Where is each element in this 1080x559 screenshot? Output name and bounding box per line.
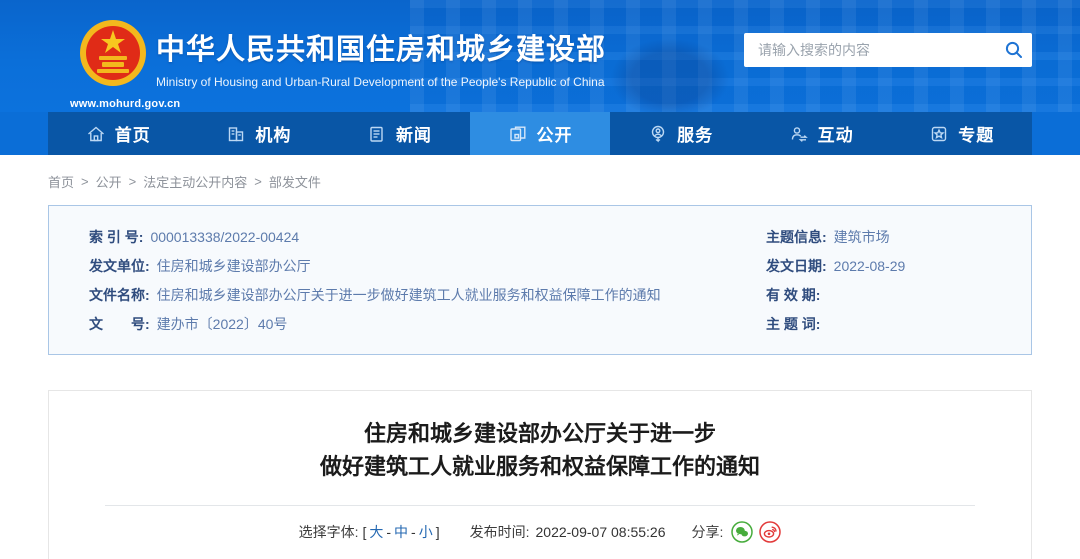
info-row-index-number: 索 引 号: 000013338/2022-00424 (89, 223, 709, 252)
info-row-document-title: 文件名称: 住房和城乡建设部办公厅关于进一步做好建筑工人就业服务和权益保障工作的通… (89, 281, 709, 310)
nav-tab-services[interactable]: 服务 (610, 112, 751, 155)
info-value: 住房和城乡建设部办公厅关于进一步做好建筑工人就业服务和权益保障工作的通知 (156, 287, 661, 303)
article-box: 住房和城乡建设部办公厅关于进一步 做好建筑工人就业服务和权益保障工作的通知 选择… (48, 390, 1032, 559)
info-label: 发文日期: (766, 258, 827, 274)
font-size-large[interactable]: 大 (369, 524, 383, 540)
nav-tab-label: 新闻 (395, 126, 432, 145)
breadcrumb-home[interactable]: 首页 (48, 172, 74, 191)
info-label: 文件名称: (89, 287, 150, 303)
share-label: 分享: (691, 524, 724, 540)
info-row-keywords: 主 题 词: (766, 310, 905, 339)
nav-tab-special-topics[interactable]: 专题 (891, 112, 1032, 155)
nav-tab-label: 互动 (817, 126, 854, 145)
info-row-document-number: 文 号: 建办市〔2022〕40号 (89, 310, 709, 339)
breadcrumb: 首页 > 公开 > 法定主动公开内容 > 部发文件 (48, 155, 1032, 205)
service-icon (651, 125, 665, 142)
info-label: 索 引 号: (89, 229, 144, 245)
info-row-issue-date: 发文日期: 2022-08-29 (766, 252, 905, 281)
info-value: 建办市〔2022〕40号 (156, 316, 288, 332)
nav-tab-label: 机构 (255, 126, 292, 145)
home-icon (87, 126, 104, 141)
organization-icon (229, 126, 244, 141)
font-separator: - (411, 524, 416, 540)
nav-tab-label: 公开 (536, 126, 573, 145)
article-title: 住房和城乡建设部办公厅关于进一步 做好建筑工人就业服务和权益保障工作的通知 (49, 417, 1031, 483)
site-subtitle: Ministry of Housing and Urban-Rural Deve… (156, 75, 605, 89)
search-input[interactable] (744, 33, 996, 67)
info-label: 文 号: (89, 316, 150, 332)
bracket: ] (435, 524, 440, 540)
info-value: 2022-08-29 (833, 258, 906, 274)
nav-tab-organization[interactable]: 机构 (189, 112, 330, 155)
info-label: 主题信息: (766, 229, 827, 245)
document-info-box: 索 引 号: 000013338/2022-00424 发文单位: 住房和城乡建设部… (48, 205, 1032, 355)
breadcrumb-disclosure[interactable]: 公开 (96, 172, 122, 191)
weibo-share-icon (759, 521, 782, 543)
nav-tab-interaction[interactable]: 互动 (751, 112, 892, 155)
publish-time-value: 2022-09-07 08:55:26 (535, 524, 666, 540)
breadcrumb-separator: > (128, 174, 137, 189)
info-label: 有 效 期: (766, 287, 821, 303)
site-url: www.mohurd.gov.cn (70, 98, 181, 110)
info-label: 主 题 词: (766, 316, 821, 332)
search-button[interactable] (996, 33, 1032, 67)
interaction-icon (791, 126, 808, 142)
breadcrumb-statutory-disclosure[interactable]: 法定主动公开内容 (143, 172, 247, 191)
breadcrumb-separator: > (81, 174, 89, 189)
national-emblem-logo (80, 20, 146, 86)
info-label: 发文单位: (89, 258, 150, 274)
article-title-line1: 住房和城乡建设部办公厅关于进一步 (363, 421, 716, 446)
breadcrumb-current-page: 部发文件 (268, 175, 321, 190)
bracket: [ (362, 524, 367, 540)
article-meta-bar: 选择字体: [大 - 中 - 小] 发布时间: 2022-09-07 08:55:26 … (49, 521, 1031, 543)
title-divider (105, 505, 975, 506)
search-icon (1005, 41, 1022, 58)
weibo-share-button[interactable] (759, 521, 782, 543)
info-value: 建筑市场 (833, 229, 890, 245)
nav-tab-label: 专题 (958, 126, 995, 145)
nav-tab-home[interactable]: 首页 (48, 112, 189, 155)
publish-time-label: 发布时间: (469, 524, 530, 540)
nav-tab-news[interactable]: 新闻 (329, 112, 470, 155)
article-title-line2: 做好建筑工人就业服务和权益保障工作的通知 (319, 454, 760, 479)
nav-tab-label: 首页 (114, 126, 151, 145)
wechat-share-button[interactable] (731, 521, 754, 543)
info-value: 000013338/2022-00424 (150, 229, 300, 245)
site-title: 中华人民共和国住房和城乡建设部 (156, 34, 607, 66)
search-box (744, 33, 1032, 67)
info-row-topic-info: 主题信息: 建筑市场 (766, 223, 905, 252)
disclosure-icon (509, 126, 526, 141)
font-size-medium[interactable]: 中 (394, 524, 408, 540)
info-row-validity: 有 效 期: (766, 281, 905, 310)
info-value: 住房和城乡建设部办公厅 (156, 258, 311, 274)
special-topic-icon (932, 126, 947, 141)
news-icon (370, 126, 383, 142)
font-size-small[interactable]: 小 (419, 524, 433, 540)
nav-tab-label: 服务 (677, 126, 714, 145)
font-separator: - (386, 524, 392, 540)
main-nav: 首页 机构 新闻 公开 服务 互动 专题 (0, 112, 1080, 155)
breadcrumb-separator: > (254, 174, 262, 189)
nav-tab-disclosure[interactable]: 公开 (469, 112, 611, 155)
wechat-share-icon (731, 521, 754, 543)
font-select-label: 选择字体: (298, 524, 359, 540)
info-row-issuing-unit: 发文单位: 住房和城乡建设部办公厅 (89, 252, 709, 281)
font-size-selector: [大 - 中 - 小] (362, 522, 439, 542)
site-header: www.mohurd.gov.cn 中华人民共和国住房和城乡建设部 Minist… (0, 0, 1080, 112)
